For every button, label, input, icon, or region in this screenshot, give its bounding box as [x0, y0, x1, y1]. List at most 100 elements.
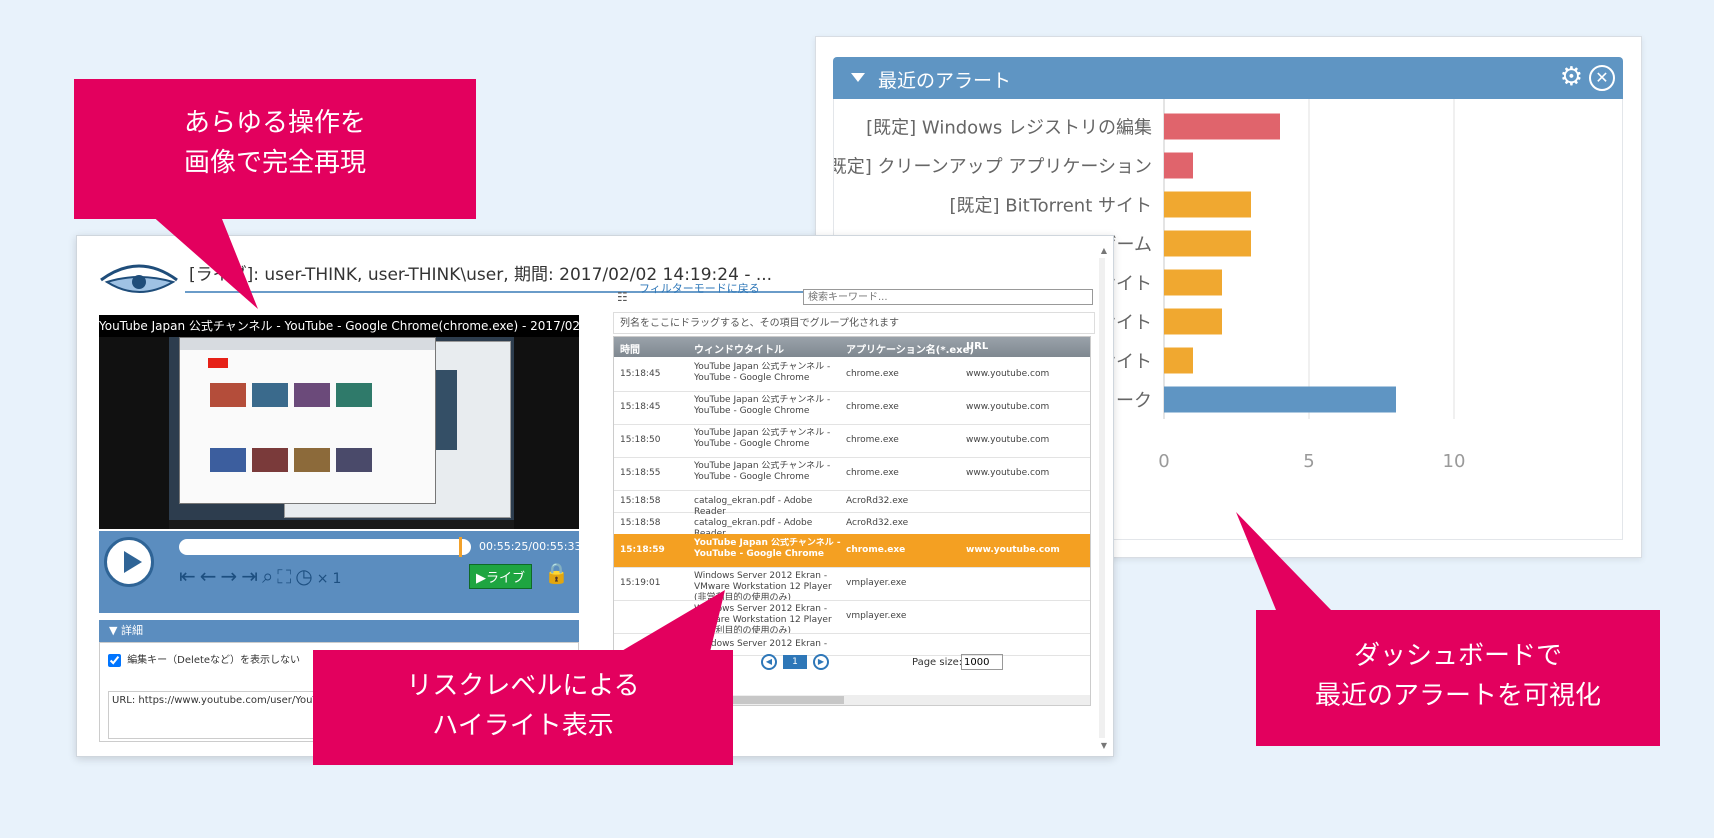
cell-title: YouTube Japan 公式チャンネル - YouTube - Google… — [694, 461, 831, 482]
current-page[interactable]: 1 — [783, 655, 807, 669]
skip-end-icon[interactable]: ⇥ — [241, 564, 262, 588]
prev-page-icon[interactable]: ◀ — [761, 654, 777, 670]
video-thumbnail — [210, 448, 246, 472]
grid-header: 時間 ウィンドウタイトル アプリケーション名(*.exe) URL — [614, 337, 1090, 357]
skip-start-icon[interactable]: ⇤ — [179, 564, 200, 588]
alert-bar[interactable] — [1164, 191, 1251, 218]
close-icon[interactable]: ✕ — [1589, 65, 1615, 91]
step-back-icon[interactable]: ← — [200, 564, 221, 588]
cell-url: www.youtube.com — [966, 402, 1050, 412]
column-header-url[interactable]: URL — [966, 341, 988, 352]
playback-controls: 00:55:25/00:55:33 ⇤←→⇥⌕⛶◷×1 ▶ライブ 🔒 — [99, 531, 582, 613]
callout-dashboard: ダッシュボードで 最近のアラートを可視化 — [1256, 610, 1660, 746]
cell-time: 15:18:45 — [620, 402, 661, 412]
alert-bar[interactable] — [1164, 308, 1222, 335]
scroll-down-icon[interactable]: ▼ — [1101, 741, 1107, 750]
cell-app: chrome.exe — [846, 369, 899, 379]
filter-mode-link[interactable]: フィルターモードに戻る — [639, 282, 779, 295]
filter-icon[interactable]: ☷ — [617, 290, 628, 304]
cell-app: chrome.exe — [846, 545, 906, 555]
recorded-browser-window — [179, 337, 436, 504]
column-header-time[interactable]: 時間 — [620, 341, 640, 356]
clock-icon[interactable]: ◷ — [295, 564, 316, 588]
alert-bar[interactable] — [1164, 113, 1280, 140]
zoom-icon[interactable]: ⌕ — [262, 564, 277, 588]
recorded-taskbar — [169, 520, 514, 529]
cell-app: chrome.exe — [846, 468, 899, 478]
table-row[interactable]: 15:18:45 YouTube Japan 公式チャンネル - YouTube … — [614, 358, 1090, 392]
video-caption: YouTube Japan 公式チャンネル - YouTube - Google… — [99, 315, 579, 337]
alert-bar[interactable] — [1164, 347, 1193, 374]
alert-bar[interactable] — [1164, 269, 1222, 296]
lock-icon[interactable]: 🔒 — [544, 561, 569, 585]
hide-edit-keys-checkbox[interactable]: 編集キー（Deleteなど）を表示しない — [108, 651, 300, 667]
page-size-label: Page size: — [912, 657, 963, 668]
callout-replay-pointer — [150, 214, 258, 309]
video-thumbnail — [336, 448, 372, 472]
cell-time: 15:18:58 — [620, 496, 661, 506]
playback-progress-bar[interactable] — [179, 537, 471, 557]
collapse-triangle-icon[interactable] — [851, 73, 865, 82]
alert-bar[interactable] — [1164, 386, 1396, 413]
next-page-icon[interactable]: ▶ — [813, 654, 829, 670]
play-button[interactable] — [104, 537, 154, 587]
window-scrollbar[interactable] — [1099, 258, 1105, 738]
cell-time: 15:19:01 — [620, 578, 661, 588]
table-row[interactable]: 15:18:55 YouTube Japan 公式チャンネル - YouTube … — [614, 457, 1090, 491]
playback-time: 00:55:25/00:55:33 — [479, 540, 582, 553]
cell-time: 15:18:58 — [620, 518, 661, 528]
cell-title: YouTube Japan 公式チャンネル - YouTube - Google… — [694, 428, 831, 449]
cell-app: vmplayer.exe — [846, 578, 907, 588]
alert-bar[interactable] — [1164, 152, 1193, 179]
cell-app: chrome.exe — [846, 402, 899, 412]
step-forward-icon[interactable]: → — [221, 564, 242, 588]
youtube-logo-icon — [208, 358, 228, 368]
x-tick-label: 10 — [1443, 451, 1466, 472]
video-thumbnail — [336, 383, 372, 407]
live-button[interactable]: ▶ライブ — [469, 564, 532, 589]
cell-time: 15:18:45 — [620, 369, 661, 379]
navigation-buttons[interactable]: ⇤←→⇥⌕⛶◷×1 — [179, 564, 345, 588]
group-by-hint[interactable]: 列名をここにドラッグすると、その項目でグループ化されます — [613, 312, 1095, 334]
cell-time: 15:18:59 — [620, 545, 665, 555]
cell-title: YouTube Japan 公式チャンネル - YouTube - Google… — [694, 362, 831, 383]
callout-replay: あらゆる操作を 画像で完全再現 — [74, 79, 476, 219]
column-header-window-title[interactable]: ウィンドウタイトル — [694, 341, 784, 356]
table-row[interactable]: 15:18:58 catalog_ekran.pdf - Adobe Reader… — [614, 490, 1090, 514]
speed-label[interactable]: ×1 — [317, 571, 346, 587]
checkbox-input[interactable] — [108, 653, 121, 667]
callout-dashboard-pointer — [1236, 512, 1331, 610]
search-input[interactable] — [803, 289, 1093, 305]
table-row[interactable]: 15:18:45 YouTube Japan 公式チャンネル - YouTube … — [614, 391, 1090, 425]
video-thumbnail — [252, 383, 288, 407]
category-label: [既定] Windows レジストリの編集 — [866, 118, 1152, 139]
table-row[interactable]: 15:18:50 YouTube Japan 公式チャンネル - YouTube … — [614, 424, 1090, 458]
cell-app: AcroRd32.exe — [846, 518, 909, 528]
scroll-up-icon[interactable]: ▲ — [1101, 246, 1107, 255]
progress-knob[interactable] — [459, 537, 462, 557]
video-thumbnail — [294, 448, 330, 472]
category-label: [既定] BitTorrent サイト — [950, 196, 1152, 217]
callout-highlight: リスクレベルによる ハイライト表示 — [313, 650, 733, 765]
column-header-application[interactable]: アプリケーション名(*.exe) — [846, 341, 974, 356]
gear-icon[interactable]: ⚙ — [1560, 62, 1583, 92]
cell-title: YouTube Japan 公式チャンネル - YouTube - Google… — [694, 538, 841, 559]
video-thumbnail — [210, 383, 246, 407]
page-size-select[interactable]: 1000 — [961, 654, 1003, 670]
alert-bar[interactable] — [1164, 230, 1251, 257]
table-row[interactable]: 15:18:59 YouTube Japan 公式チャンネル - YouTube … — [614, 534, 1090, 568]
fit-screen-icon[interactable]: ⛶ — [277, 564, 295, 588]
category-label: [既定] クリーンアップ アプリケーション — [834, 157, 1152, 178]
cell-url: www.youtube.com — [966, 435, 1050, 445]
cell-time: 15:18:55 — [620, 468, 661, 478]
details-header[interactable]: ▼ 詳細 — [99, 620, 579, 642]
dashboard-header[interactable]: 最近のアラート ⚙ ✕ — [833, 57, 1623, 99]
x-tick-label: 0 — [1158, 451, 1169, 472]
cell-url: www.youtube.com — [966, 468, 1050, 478]
cell-app: chrome.exe — [846, 435, 899, 445]
cell-title: YouTube Japan 公式チャンネル - YouTube - Google… — [694, 395, 831, 416]
video-frame[interactable] — [99, 337, 579, 529]
cell-app: vmplayer.exe — [846, 611, 907, 621]
cell-app: AcroRd32.exe — [846, 496, 909, 506]
table-row[interactable]: 15:18:58 catalog_ekran.pdf - Adobe Reader… — [614, 512, 1090, 536]
